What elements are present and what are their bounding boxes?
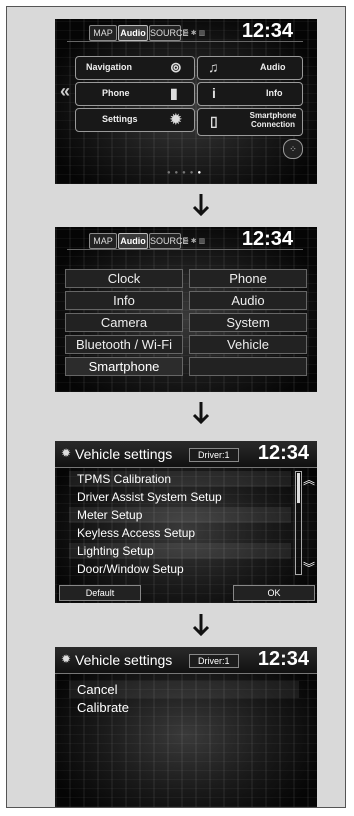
music-note-icon: ♫ [208,59,219,75]
cancel-option[interactable]: Cancel [69,681,299,698]
gear-icon: ✹ [61,652,72,666]
smartphone-connection-label: Smartphone Connection [249,111,297,129]
settings-header: ✹ Vehicle settings Driver:1 12:34 [55,647,317,674]
list-item-lighting-setup[interactable]: Lighting Setup [69,543,291,559]
figure-frame: MAP Audio SOURCE ⊛ ✱ ▥ 12:34 « Navigatio… [6,6,346,808]
menu-bluetooth-wifi[interactable]: Bluetooth / Wi-Fi [65,335,183,354]
scrollbar[interactable] [295,471,302,575]
menu-system[interactable]: System [189,313,307,332]
tab-source[interactable]: SOURCE [149,233,189,249]
navigation-label: Navigation [86,62,133,72]
menu-clock[interactable]: Clock [65,269,183,288]
info-icon: i [212,85,216,101]
chevron-left-icon[interactable]: « [60,81,70,102]
list-item-tpms-calibration[interactable]: TPMS Calibration [69,471,291,487]
list-item-driver-assist[interactable]: Driver Assist System Setup [69,489,291,505]
phone-button[interactable]: Phone ▮ [75,82,195,106]
menu-empty-slot [189,357,307,376]
clock: 12:34 [241,20,293,42]
tab-source[interactable]: SOURCE [149,25,189,41]
list-item-meter-setup[interactable]: Meter Setup [69,507,291,523]
menu-smartphone[interactable]: Smartphone [65,357,183,376]
clock: 12:34 [241,228,293,250]
tpms-calibration-screen: ✹ Vehicle settings Driver:1 12:34 Cancel… [55,647,317,807]
vehicle-settings-screen: ✹ Vehicle settings Driver:1 12:34 TPMS C… [55,441,317,603]
phone-icon: ▮ [170,85,178,101]
phone-label: Phone [102,88,130,98]
page-title: Vehicle settings [75,652,173,668]
menu-screen: MAP Audio SOURCE ⊛ ✱ ▥ 12:34 Clock Info … [55,227,317,392]
settings-header: ✹ Vehicle settings Driver:1 12:34 [55,441,317,468]
audio-button[interactable]: ♫ Audio [197,56,303,80]
menu-vehicle[interactable]: Vehicle [189,335,307,354]
info-label: Info [266,88,283,98]
gear-icon: ✹ [170,111,182,127]
smartphone-icon: ▯ [210,113,218,129]
audio-label: Audio [260,62,286,72]
default-button[interactable]: Default [59,585,141,601]
top-bar: MAP Audio SOURCE ⊛ ✱ ▥ 12:34 [55,19,317,43]
info-button[interactable]: i Info [197,82,303,106]
arrow-down-icon [192,614,210,637]
home-screen: MAP Audio SOURCE ⊛ ✱ ▥ 12:34 « Navigatio… [55,19,317,184]
smartphone-connection-button[interactable]: ▯ Smartphone Connection [197,108,303,136]
settings-button[interactable]: Settings ✹ [75,108,195,132]
driver-badge: Driver:1 [189,654,239,668]
gear-icon: ✹ [61,446,72,460]
status-icons: ⊛ ✱ ▥ [183,238,206,245]
tab-audio[interactable]: Audio [118,25,148,41]
clock: 12:34 [257,648,309,670]
menu-audio[interactable]: Audio [189,291,307,310]
settings-label: Settings [102,114,138,124]
arrow-down-icon [192,402,210,425]
tab-map[interactable]: MAP [89,25,117,41]
driver-badge: Driver:1 [189,448,239,462]
ok-button[interactable]: OK [233,585,315,601]
top-bar: MAP Audio SOURCE ⊛ ✱ ▥ 12:34 [55,227,317,251]
menu-phone[interactable]: Phone [189,269,307,288]
page-title: Vehicle settings [75,446,173,462]
scroll-down-icon[interactable]: ︾ [303,559,315,576]
arrow-down-icon [192,194,210,217]
navigation-icon: ⊚ [170,59,182,75]
tab-audio[interactable]: Audio [118,233,148,249]
list-item-door-window[interactable]: Door/Window Setup [69,561,291,577]
navigation-button[interactable]: Navigation ⊚ [75,56,195,80]
scroll-up-icon[interactable]: ︽ [303,471,315,488]
menu-camera[interactable]: Camera [65,313,183,332]
page-indicator: ●●●●● [166,170,206,176]
menu-info[interactable]: Info [65,291,183,310]
list-item-keyless-access[interactable]: Keyless Access Setup [69,525,291,541]
tab-map[interactable]: MAP [89,233,117,249]
status-icons: ⊛ ✱ ▥ [183,30,206,37]
calibrate-option[interactable]: Calibrate [69,699,299,716]
apps-icon[interactable]: ⁘ [283,139,303,159]
clock: 12:34 [257,442,309,464]
